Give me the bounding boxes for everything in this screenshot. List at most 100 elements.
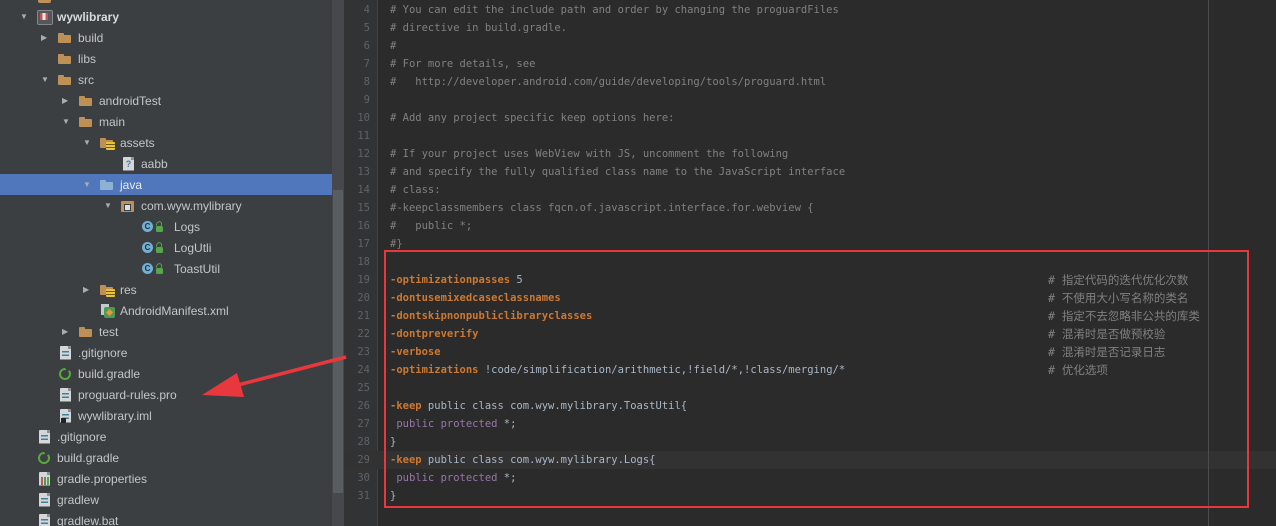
tree-item-label: Logs [174,220,200,234]
code-text: # For more details, see [390,55,535,73]
code-line-23[interactable]: 23-verbose# 混淆时是否记录日志 [344,343,1276,361]
tree-item-wywlibrary-iml[interactable]: wywlibrary.iml [0,405,344,426]
chevron-down-icon[interactable]: ▼ [80,138,100,147]
code-line-18[interactable]: 18 [344,253,1276,271]
code-line-7[interactable]: 7 # For more details, see [344,55,1276,73]
tree-item-build[interactable]: ▶ build [0,27,344,48]
chevron-right-icon[interactable]: ▶ [59,96,79,105]
tree-item--gitignore[interactable]: .gitignore [0,426,344,447]
chevron-right-icon[interactable]: ▶ [38,33,58,42]
code-line-9[interactable]: 9 [344,91,1276,109]
ide-window: ▼wywlibrary ▶ build libs▼src▶androidTest▼ma… [0,0,1276,526]
tree-item-aabb[interactable]: ?aabb [0,153,344,174]
tree-item-toastutil[interactable]: CToastUtil [0,258,344,279]
tree-scrollbar-thumb[interactable] [333,190,343,493]
file-iml-icon [58,408,73,424]
line-number: 21 [344,307,370,325]
line-number: 22 [344,325,370,343]
tree-item-gradle-properties[interactable]: gradle.properties [0,468,344,489]
tree-item-main[interactable]: ▼main [0,111,344,132]
tree-item-gradlew[interactable]: gradlew [0,489,344,510]
gradle-icon [37,450,52,466]
tree-item-build-gradle[interactable]: build.gradle [0,447,344,468]
chevron-right-icon[interactable]: ▶ [59,327,79,336]
tree-item-label: assets [120,136,155,150]
folder-assets-icon [100,282,115,298]
package-icon [121,198,136,214]
tree-item-label: res [120,283,137,297]
tree-item-androidmanifest-xml[interactable]: AndroidManifest.xml [0,300,344,321]
code-text: # You can edit the include path and orde… [390,1,839,19]
chevron-down-icon[interactable]: ▼ [38,75,58,84]
code-line-27[interactable]: 27 public protected *; [344,415,1276,433]
tree-item-gradlew-bat[interactable]: gradlew.bat [0,510,344,526]
line-number: 19 [344,271,370,289]
code-line-10[interactable]: 10# Add any project specific keep option… [344,109,1276,127]
chevron-down-icon[interactable]: ▼ [17,12,37,21]
manifest-icon [100,303,115,319]
code-text: -dontusemixedcaseclassnames [390,289,561,307]
tree-item-logutli[interactable]: CLogUtli [0,237,344,258]
line-number: 24 [344,361,370,379]
chevron-right-icon[interactable]: ▶ [80,285,100,294]
code-line-29[interactable]: 29 -keep public class com.wyw.mylibrary.L… [344,451,1276,469]
code-line-4[interactable]: 4# You can edit the include path and ord… [344,1,1276,19]
code-text: -keep public class com.wyw.mylibrary.Log… [390,451,656,469]
line-number: 10 [344,109,370,127]
code-line-22[interactable]: 22-dontpreverify# 混淆时是否做预校验 [344,325,1276,343]
code-line-24[interactable]: 24-optimizations !code/simplification/ar… [344,361,1276,379]
code-line-19[interactable]: 19-optimizationpasses 5# 指定代码的迭代优化次数 [344,271,1276,289]
code-line-14[interactable]: 14 # class: [344,181,1276,199]
code-line-6[interactable]: 6# [344,37,1276,55]
tree-item-label: aabb [141,157,168,171]
line-number: 29 [344,451,370,469]
line-number: 14 [344,181,370,199]
code-text: # class: [390,181,441,199]
tree-item-androidtest[interactable]: ▶androidTest [0,90,344,111]
tree-item-com-wyw-mylibrary[interactable]: ▼com.wyw.mylibrary [0,195,344,216]
code-line-26[interactable]: 26-keep public class com.wyw.mylibrary.T… [344,397,1276,415]
code-line-30[interactable]: 30 public protected *; [344,469,1276,487]
tree-item-label: ToastUtil [174,262,220,276]
line-number: 23 [344,343,370,361]
tree-item--gitignore[interactable]: .gitignore [0,342,344,363]
tree-item-assets[interactable]: ▼ assets [0,132,344,153]
line-number: 7 [344,55,370,73]
chevron-down-icon[interactable]: ▼ [101,201,121,210]
code-line-13[interactable]: 13# and specify the fully qualified clas… [344,163,1276,181]
tree-item-java[interactable]: ▼java [0,174,344,195]
code-text: } [390,433,396,451]
code-editor[interactable]: 4# You can edit the include path and ord… [344,0,1276,526]
code-line-15[interactable]: 15#-keepclassmembers class fqcn.of.javas… [344,199,1276,217]
code-line-5[interactable]: 5# directive in build.gradle. [344,19,1276,37]
code-line-28[interactable]: 28} [344,433,1276,451]
class-icon: C [142,219,169,235]
line-number: 6 [344,37,370,55]
code-line-31[interactable]: 31} [344,487,1276,505]
code-line-20[interactable]: 20-dontusemixedcaseclassnames# 不使用大小写名称的… [344,289,1276,307]
chevron-down-icon[interactable]: ▼ [80,180,100,189]
tree-item-wywlibrary[interactable]: ▼wywlibrary [0,6,344,27]
file-icon [58,387,73,403]
tree-item-res[interactable]: ▶ res [0,279,344,300]
code-line-11[interactable]: 11 [344,127,1276,145]
code-line-17[interactable]: 17#} [344,235,1276,253]
tree-item-label: build [78,31,103,45]
code-text: # directive in build.gradle. [390,19,567,37]
tree-item-label: .gitignore [78,346,127,360]
tree-item-logs[interactable]: C Logs [0,216,344,237]
tree-item-proguard-rules-pro[interactable]: proguard-rules.pro [0,384,344,405]
tree-item-label: build.gradle [78,367,140,381]
code-line-12[interactable]: 12# If your project uses WebView with JS… [344,145,1276,163]
tree-item-test[interactable]: ▶test [0,321,344,342]
chevron-down-icon[interactable]: ▼ [59,117,79,126]
file-icon [37,513,52,526]
tree-item-label: proguard-rules.pro [78,388,177,402]
code-line-21[interactable]: 21-dontskipnonpubliclibraryclasses# 指定不去… [344,307,1276,325]
tree-item-src[interactable]: ▼src [0,69,344,90]
tree-item-build-gradle[interactable]: build.gradle [0,363,344,384]
code-line-25[interactable]: 25 [344,379,1276,397]
code-line-16[interactable]: 16# public *; [344,217,1276,235]
code-line-8[interactable]: 8# http://developer.android.com/guide/de… [344,73,1276,91]
tree-item-libs[interactable]: libs [0,48,344,69]
